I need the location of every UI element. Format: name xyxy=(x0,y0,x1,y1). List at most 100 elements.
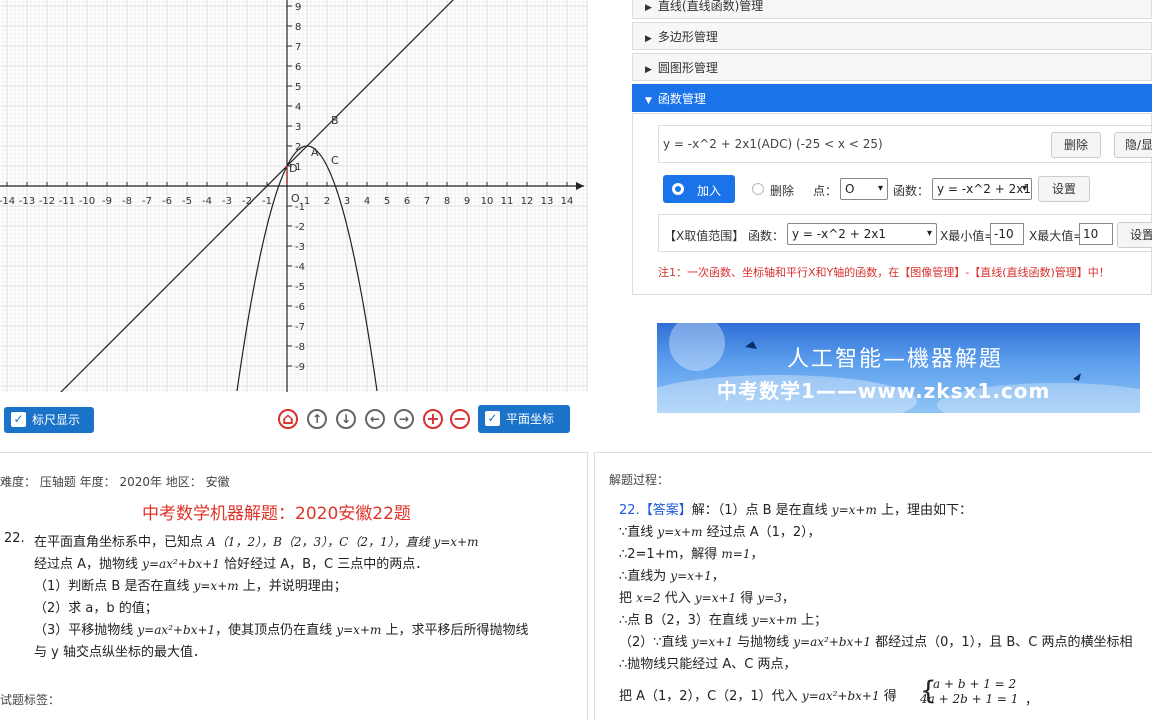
range-function-select[interactable]: y = -x^2 + 2x1 ▾ xyxy=(787,223,937,245)
point-label-b: B xyxy=(331,114,339,127)
x-tick-label: -8 xyxy=(122,196,132,207)
x-range-label: 【X取值范围】 函数： xyxy=(664,229,785,243)
accordion-circle-manager[interactable]: ▶ 圆图形管理 xyxy=(632,53,1152,81)
y-tick-label: 6 xyxy=(295,62,301,73)
y-tick-label: -8 xyxy=(295,342,305,353)
equation-end: ， xyxy=(1025,693,1039,708)
x-tick-label: -6 xyxy=(162,196,172,207)
accordion-line-manager[interactable]: ▶ 直线(直线函数)管理 xyxy=(632,0,1152,19)
zoom-out-icon[interactable]: − xyxy=(450,409,470,429)
y-tick-label: -2 xyxy=(295,222,305,233)
function-entry-text: y = -x^2 + 2x1(ADC) (-25 < x < 25) xyxy=(663,137,883,151)
arrow-right-icon[interactable]: → xyxy=(394,409,414,429)
x-tick-label: -4 xyxy=(202,196,212,207)
plane-coordinate-toggle[interactable]: ✓ 平面坐标 xyxy=(478,405,570,433)
x-tick-label: 14 xyxy=(561,196,574,207)
y-tick-label: 8 xyxy=(295,22,301,33)
point-select[interactable]: O ▾ xyxy=(840,178,888,200)
point-label-a: A xyxy=(311,146,319,159)
y-tick-label: -9 xyxy=(295,362,305,373)
point-label-c: C xyxy=(331,154,339,167)
x-range-row: 【X取值范围】 函数： y = -x^2 + 2x1 ▾ X最小值= -10 X最… xyxy=(658,214,1152,252)
x-tick-label: -9 xyxy=(102,196,112,207)
solution-line-4: ∴直线为 y=x+1， xyxy=(619,569,725,584)
x-tick-label: -5 xyxy=(182,196,192,207)
ruler-toggle-label: 标尺显示 xyxy=(32,413,81,427)
graph-toolbar: ✓ 标尺显示 ⌂ ↑ ↓ ← → + − ✓ 平面坐标 xyxy=(0,398,588,440)
x-tick-label: -7 xyxy=(142,196,152,207)
x-min-label: X最小值= xyxy=(940,229,995,243)
point-label-d: D xyxy=(289,162,297,175)
plane-coordinate-label: 平面坐标 xyxy=(506,412,555,426)
checkbox-icon: ✓ xyxy=(485,411,500,426)
solution-line-5: 把 x=2 代入 y=x+1 得 y=3， xyxy=(619,591,795,606)
accordion-label: 函数管理 xyxy=(657,92,706,106)
solution-header: 解题过程： xyxy=(609,473,670,487)
y-tick-label: -3 xyxy=(295,242,305,253)
function-select-value: y = -x^2 + 2x1 xyxy=(937,182,1031,196)
x-min-input[interactable]: -10 xyxy=(990,223,1024,245)
solution-line-8: ∴抛物线只能经过 A、C 两点， xyxy=(619,657,797,672)
x-tick-label: 6 xyxy=(404,196,410,207)
ai-solver-banner[interactable]: 人工智能—機器解題 中考数学1——www.zksx1.com xyxy=(657,323,1140,413)
chevron-down-icon: ▾ xyxy=(877,183,883,194)
x-tick-label: 4 xyxy=(364,196,370,207)
x-tick-label: 2 xyxy=(324,196,330,207)
point-select-value: O xyxy=(845,182,855,196)
x-tick-label: 10 xyxy=(481,196,494,207)
zoom-in-icon[interactable]: + xyxy=(423,409,443,429)
set-range-button[interactable]: 设置 xyxy=(1117,222,1152,248)
y-tick-label: -4 xyxy=(295,262,305,273)
function-label: 函数： xyxy=(893,184,930,198)
solution-line-1: 22.【答案】解：（1）点 B 是在直线 y=x+m 上，理由如下： xyxy=(619,503,972,518)
x-max-input[interactable]: 10 xyxy=(1079,223,1113,245)
remove-radio-button[interactable]: 删除 xyxy=(748,175,808,203)
function-select[interactable]: y = -x^2 + 2x1 ▾ xyxy=(932,178,1032,200)
x-tick-label: -13 xyxy=(19,196,35,207)
range-function-value: y = -x^2 + 2x1 xyxy=(792,227,886,241)
caret-down-icon: ▼ xyxy=(645,96,652,106)
accordion-label: 直线(直线函数)管理 xyxy=(657,0,764,13)
x-tick-label: -12 xyxy=(39,196,55,207)
y-tick-label: 7 xyxy=(295,42,301,53)
x-tick-label: 13 xyxy=(541,196,554,207)
add-radio-button[interactable]: 加入 xyxy=(663,175,735,203)
home-icon[interactable]: ⌂ xyxy=(278,409,298,429)
y-tick-label: -6 xyxy=(295,302,305,313)
toggle-visibility-button[interactable]: 隐/显 xyxy=(1114,132,1152,158)
coordinate-graph[interactable]: -14 -13 -12 -11 -10 -9 -8 -7 -6 -5 -4 -3 -2 -1 1 2 3 4 5 6 7… xyxy=(0,0,588,392)
accordion-label: 多边形管理 xyxy=(657,30,718,44)
solution-line-3: ∴2=1+m，解得 m=1， xyxy=(619,547,764,562)
question-title: 中考数学机器解题：2020安徽22题 xyxy=(142,504,411,524)
arrow-left-icon[interactable]: ← xyxy=(365,409,385,429)
y-tick-label: 5 xyxy=(295,82,301,93)
add-function-row: 加入 删除 点： O ▾ 函数： y = -x^2 + 2x1 ▾ 设置 xyxy=(658,169,1152,207)
y-tick-label: -5 xyxy=(295,282,305,293)
bird-icon xyxy=(745,341,757,349)
graph-canvas[interactable]: -14 -13 -12 -11 -10 -9 -8 -7 -6 -5 -4 -3 -2 -1 1 2 3 4 5 6 7… xyxy=(0,0,588,392)
point-label: 点： xyxy=(813,184,838,198)
arrow-up-icon[interactable]: ↑ xyxy=(307,409,327,429)
accordion-function-manager[interactable]: ▼ 函数管理 xyxy=(632,84,1152,112)
ruler-toggle-button[interactable]: ✓ 标尺显示 xyxy=(4,407,94,433)
x-tick-label: 11 xyxy=(501,196,514,207)
question-part-1: （1）判断点 B 是否在直线 y=x+m 上，并说明理由； xyxy=(34,579,347,594)
caret-right-icon: ▶ xyxy=(645,34,652,44)
solution-line-6: ∴点 B（2，3）在直线 y=x+m 上； xyxy=(619,613,828,628)
banner-title: 人工智能—機器解題 xyxy=(787,347,1004,372)
origin-label: O xyxy=(291,192,300,205)
question-tags-label: 试题标签： xyxy=(0,693,61,707)
accordion-label: 圆图形管理 xyxy=(657,61,718,75)
add-radio-label: 加入 xyxy=(697,184,722,198)
x-tick-label: 8 xyxy=(444,196,450,207)
x-tick-label: -3 xyxy=(222,196,232,207)
arrow-down-icon[interactable]: ↓ xyxy=(336,409,356,429)
question-meta: 难度： 压轴题 年度： 2020年 地区： 安徽 xyxy=(0,475,230,489)
delete-function-button[interactable]: 删除 xyxy=(1051,132,1101,158)
caret-right-icon: ▶ xyxy=(645,65,652,75)
x-tick-label: 7 xyxy=(424,196,430,207)
set-point-button[interactable]: 设置 xyxy=(1038,176,1090,202)
accordion-polygon-manager[interactable]: ▶ 多边形管理 xyxy=(632,22,1152,50)
question-part-3-cont: 与 y 轴交点纵坐标的最大值． xyxy=(34,645,206,660)
equation-1: a + b + 1 = 2 xyxy=(933,677,1017,691)
